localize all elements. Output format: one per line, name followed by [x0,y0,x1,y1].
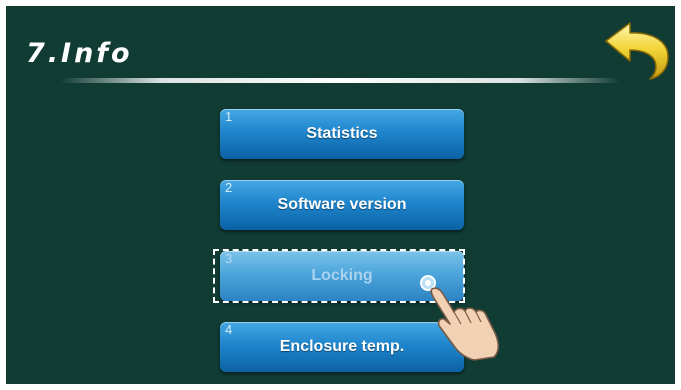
menu-item-locking[interactable]: 3 Locking [220,251,464,301]
menu-item-label: Locking [311,267,373,284]
menu-item-label: Statistics [306,125,378,142]
back-button[interactable] [602,19,672,81]
title-divider [60,78,620,83]
page-title: 7.Info [26,38,133,69]
back-arrow-icon [605,22,669,80]
menu-item-label: Enclosure temp. [279,338,405,355]
menu-item-software-version[interactable]: 2 Software version [220,180,464,230]
menu-item-label: Software version [277,196,407,213]
menu-item-enclosure-temp[interactable]: 4 Enclosure temp. [220,322,464,372]
panel-screen: 7.Info 1 Statistics 2 Software version 3… [6,6,675,384]
menu-item-statistics[interactable]: 1 Statistics [220,109,464,159]
